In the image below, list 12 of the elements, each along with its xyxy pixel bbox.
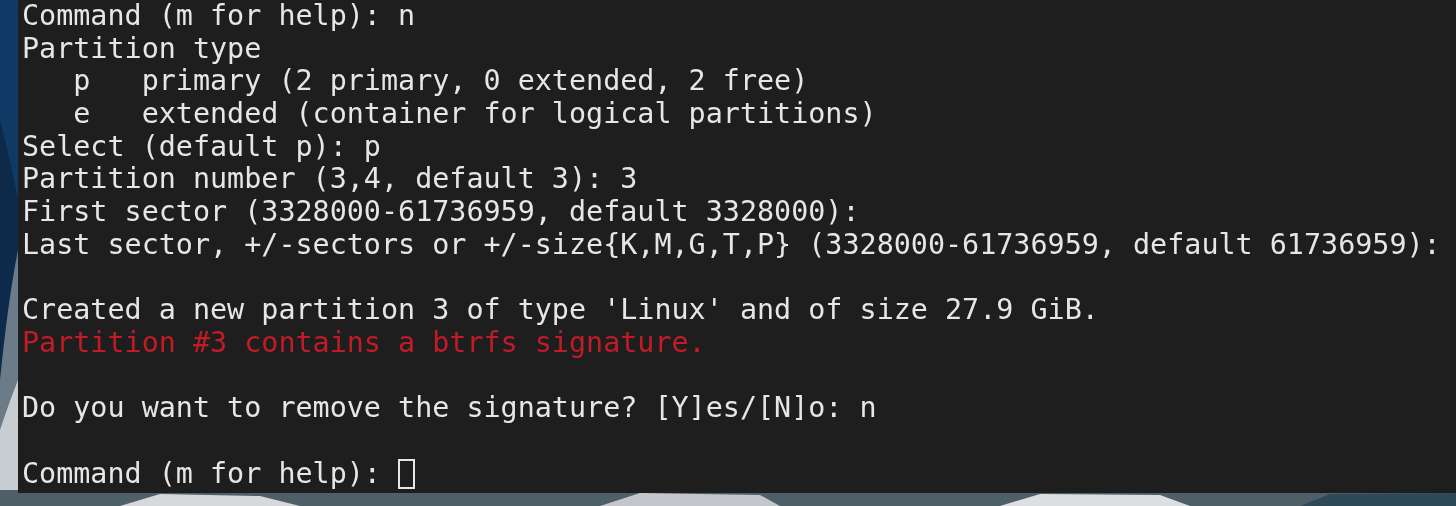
terminal-line: Command (m for help): [22, 457, 382, 491]
terminal-line: Partition number (3,4, default 3): 3 [22, 163, 638, 197]
terminal-line: First sector (3328000-61736959, default 3328000): [22, 196, 860, 229]
terminal-line: Do you want to remove the signature? [Y]es/[N]o: n [22, 392, 877, 425]
terminal-line: Command (m for help): n [22, 0, 416, 33]
terminal-line: e extended (container for logical partitions) [72, 98, 877, 131]
terminal-line: Select (default p): p [22, 130, 381, 164]
terminal-line: Last sector, +/-sectors or +/-size{K,M,G,T,P} (3328000-61736959, default 61736959): [22, 228, 1441, 262]
terminal-line: Partition type [22, 32, 262, 66]
terminal-line: Created a new partition 3 of type 'Linux' and of size 27.9 GiB. [22, 294, 1099, 327]
terminal-line: Partition #3 contains a btrfs signature. [22, 326, 706, 360]
terminal-line: p primary (2 primary, 0 extended, 2 free) [72, 65, 809, 99]
